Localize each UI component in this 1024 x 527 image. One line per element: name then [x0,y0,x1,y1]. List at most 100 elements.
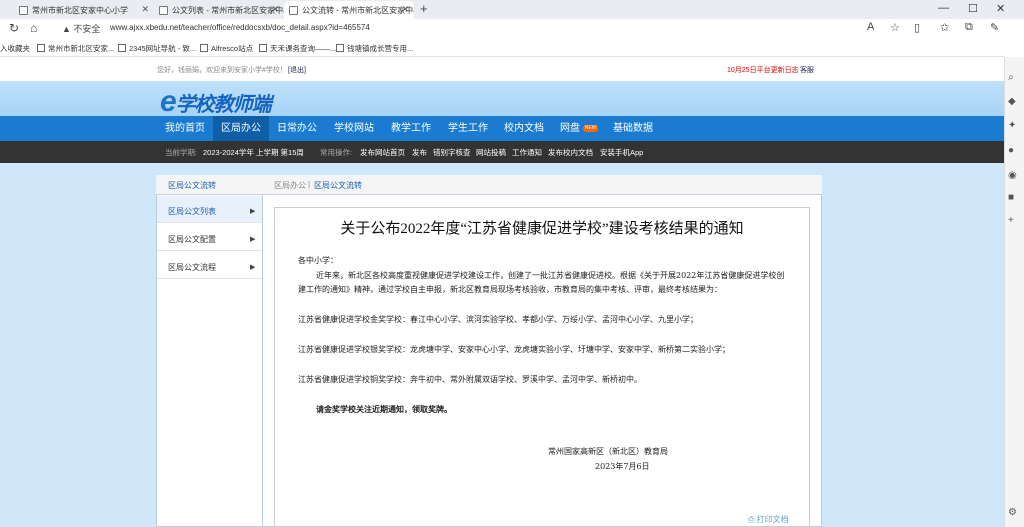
bookmark-label: 入收藏夹 [0,44,30,53]
logout-link[interactable]: [退出] [288,65,306,75]
nav-basic-data[interactable]: 基础数据 [605,116,661,141]
close-tab-icon[interactable]: ✕ [271,4,279,15]
new-tab-icon[interactable]: + [420,1,428,16]
top-info-bar [0,57,1004,81]
current-term: 2023-2024学年 上学期 第15周 [203,148,304,157]
bookmark-item[interactable]: 钱塘镇成长营专用... [336,43,413,54]
doc-signature-org: 常州国家高新区（新北区）教育局 [548,447,668,456]
tools-icon[interactable]: ✦ [1008,120,1016,131]
print-button[interactable]: ⎙ 打印文档 [748,514,789,525]
breadcrumb-current[interactable]: 区局公文流转 [314,180,362,191]
header-banner [0,81,1004,116]
games-icon[interactable]: ● [1008,145,1014,156]
nav-district-office[interactable]: 区局办公 [213,116,269,141]
nav-school-docs[interactable]: 校内文档 [496,116,552,141]
tab-title: 公文列表 - 常州市新北区安家中心 [172,5,284,15]
logo-text: 学校教师端 [175,94,272,116]
sidebar-item-label: 区局公文流程 [168,263,216,272]
browser-tab-2[interactable]: 公文列表 - 常州市新北区安家中心 ✕ [154,1,284,19]
breadcrumb-root[interactable]: 区局办公 [274,180,306,191]
term-label: 当前学期: [165,148,198,157]
doc-gold-list: 江苏省健康促进学校金奖学校：春江中心小学、滨河实验学校、孝都小学、万绥小学、孟河… [298,315,698,324]
sidebar-item-label: 区局公文列表 [168,207,216,216]
close-tab-icon[interactable]: ✕ [141,4,149,15]
collections-icon[interactable]: ⧉ [965,21,973,34]
page-icon [118,44,126,52]
doc-salutation: 各中小学： [298,256,338,265]
add-icon[interactable]: + [1008,215,1014,226]
browser-tab-1[interactable]: 常州市新北区安家中心小学 ✕ [14,1,154,19]
nav-home[interactable]: 我的首页 [157,116,213,141]
bookmark-item[interactable]: 天禾课务查询——... [259,43,336,54]
update-log-link[interactable]: 10月25日平台更新日志 [727,65,799,75]
nav-netdisk-label: 网盘 [560,123,580,134]
favorites-icon[interactable]: ✩ [940,21,949,34]
minimize-icon[interactable]: — [938,2,949,14]
shopping-icon[interactable]: ◆ [1008,96,1016,107]
tab-title: 常州市新北区安家中心小学 [32,5,128,15]
close-tab-icon[interactable]: ✕ [401,4,409,15]
feedback-link[interactable]: 客服 [800,65,814,75]
sidebar-title: 区局公文流转 [168,181,216,190]
search-icon[interactable]: ⌕ [1008,72,1014,83]
split-screen-icon[interactable]: ▯ [914,21,920,34]
refresh-icon[interactable]: ↻ [9,21,19,35]
nav-students[interactable]: 学生工作 [440,116,496,141]
extensions-icon[interactable]: ✎ [990,21,999,34]
page-favicon-icon [289,6,298,15]
page-favicon-icon [19,6,28,15]
bookmark-item[interactable]: 2345网址导航 - 致... [118,43,196,54]
bookmark-item[interactable]: Alfresco站点 [200,43,253,54]
favorite-star-icon[interactable]: ☆ [890,21,900,34]
nav-school-site[interactable]: 学校网站 [326,116,382,141]
home-icon[interactable]: ⌂ [30,21,37,35]
document-title: 关于公布2022年度“江苏省健康促进学校”建设考核结果的通知 [340,221,744,237]
op-install-app[interactable]: 安装手机App [600,147,643,158]
arrow-right-icon: ▶ [250,208,256,215]
nav-netdisk[interactable]: 网盘 NEW [552,116,606,141]
page-favicon-icon [159,6,168,15]
site-logo[interactable]: e学校教师端 [160,85,272,119]
bookmark-label: Alfresco站点 [211,44,254,53]
security-label: 不安全 [73,24,101,34]
close-window-icon[interactable]: ✕ [996,2,1005,15]
read-aloud-icon[interactable]: A [867,21,874,33]
bookmark-label: 常州市新北区安家... [48,44,115,53]
outlook-icon[interactable]: ■ [1008,192,1014,203]
ops-label: 常用操作: [320,148,353,157]
arrow-right-icon: ▶ [250,236,256,243]
browser-tab-3-active[interactable]: 公文流转 - 常州市新北区安家中心 ✕ [284,1,414,19]
bookmark-item[interactable]: 入收藏夹 [0,43,30,54]
page-icon [37,44,45,52]
url-field[interactable]: www.ajxx.xbedu.net/teacher/office/reddoc… [110,23,370,32]
arrow-right-icon: ▶ [250,264,256,271]
new-badge: NEW [582,125,599,132]
bookmark-label: 钱塘镇成长营专用... [347,44,414,53]
doc-silver-list: 江苏省健康促进学校银奖学校：龙虎塘中学、安家中心小学、龙虎塘实验小学、圩塘中学、… [298,345,730,354]
doc-paragraph: 近年来，新北区各校高度重视健康促进学校建设工作，创建了一批江苏省健康促进校。根据… [298,271,785,294]
op-work-notice[interactable]: 工作通知 [512,147,542,158]
op-typo-check[interactable]: 错别字核查 [433,147,471,158]
settings-icon[interactable]: ⚙ [1008,507,1017,518]
office-icon[interactable]: ◉ [1008,170,1017,181]
doc-bronze-list: 江苏省健康促进学校铜奖学校：奔牛初中、常外附属双语学校、罗溪中学、孟河中学、新桥… [298,375,642,384]
document-frame [274,207,810,527]
op-publish-home[interactable]: 发布网站首页 [360,147,405,158]
security-indicator[interactable]: ▲ 不安全 [62,22,100,35]
nav-teaching[interactable]: 教学工作 [383,116,439,141]
op-publish[interactable]: 发布 [412,147,427,158]
op-submit[interactable]: 网站投稿 [476,147,506,158]
maximize-icon[interactable]: ☐ [968,2,978,15]
print-label: 打印文档 [756,515,789,524]
logo-e: e [160,85,177,118]
printer-icon: ⎙ [748,515,755,524]
doc-notice: 请金奖学校关注近期通知，领取奖牌。 [316,404,452,414]
web-page: 您好，钱丽娟，欢迎来到安家小学#学校！ [退出] 10月25日平台更新日志 客服… [0,57,1004,527]
welcome-text: 您好，钱丽娟，欢迎来到安家小学#学校！ [157,67,287,74]
bookmark-label: 2345网址导航 - 致... [129,44,197,53]
nav-daily-office[interactable]: 日常办公 [269,116,325,141]
sidebar-item-label: 区局公文配置 [168,235,216,244]
breadcrumb-separator: | [308,180,311,189]
bookmark-item[interactable]: 常州市新北区安家... [37,43,114,54]
op-publish-doc[interactable]: 发布校内文档 [548,147,593,158]
